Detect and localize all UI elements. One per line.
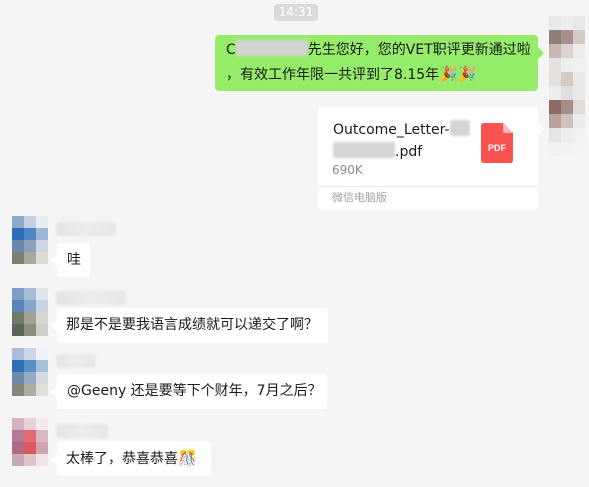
outgoing-message-line-1: C 先生您好，您的VET职评更新通过啦 xyxy=(226,40,531,58)
pdf-file-icon: PDF xyxy=(481,123,513,163)
redacted-name xyxy=(235,40,308,56)
file-card-divider xyxy=(318,186,538,187)
contact-avatar[interactable] xyxy=(12,418,48,466)
message-text: 哇 xyxy=(67,252,81,268)
file-source-label: 微信电脑版 xyxy=(332,191,387,204)
contact-avatar[interactable] xyxy=(12,216,48,264)
contact-avatar[interactable] xyxy=(12,288,48,336)
incoming-message-bubble[interactable]: 那是不是要我语言成绩就可以递交了啊？ xyxy=(51,308,328,343)
incoming-message-bubble[interactable]: 太棒了，恭喜恭喜🎊 xyxy=(51,441,211,476)
pdf-file-card[interactable]: Outcome_Letter- .pdf PDF 690K 微信电脑版 xyxy=(318,107,544,210)
contact-avatar[interactable] xyxy=(12,348,48,396)
outgoing-message-line-2: ，有效工作年限一共评到了8.15年🎉🎉 xyxy=(226,65,477,83)
file-size: 690K xyxy=(332,163,363,177)
message-timestamp: 14:31 xyxy=(274,4,318,21)
outgoing-message-bubble[interactable]: C 先生您好，您的VET职评更新通过啦 ，有效工作年限一共评到了8.15年🎉🎉 xyxy=(215,35,544,91)
message-text: 那是不是要我语言成绩就可以递交了啊？ xyxy=(66,317,318,333)
incoming-message-bubble[interactable]: 哇 xyxy=(51,243,90,277)
file-name: Outcome_Letter- .pdf xyxy=(333,119,473,163)
self-avatar[interactable] xyxy=(549,16,585,156)
contact-name-redacted xyxy=(56,291,126,305)
message-text: @Geeny 还是要等下个财年，7月之后？ xyxy=(67,383,322,399)
pdf-icon-label: PDF xyxy=(488,143,507,153)
contact-name-redacted xyxy=(56,354,96,368)
incoming-message-bubble[interactable]: @Geeny 还是要等下个财年，7月之后？ xyxy=(51,374,327,409)
party-popper-emoji: 🎉🎉 xyxy=(439,65,477,83)
confetti-ball-emoji: 🎊 xyxy=(178,449,197,467)
contact-name-redacted xyxy=(56,424,108,438)
message-text: 太棒了，恭喜恭喜 xyxy=(66,451,178,467)
contact-name-redacted xyxy=(56,222,116,236)
